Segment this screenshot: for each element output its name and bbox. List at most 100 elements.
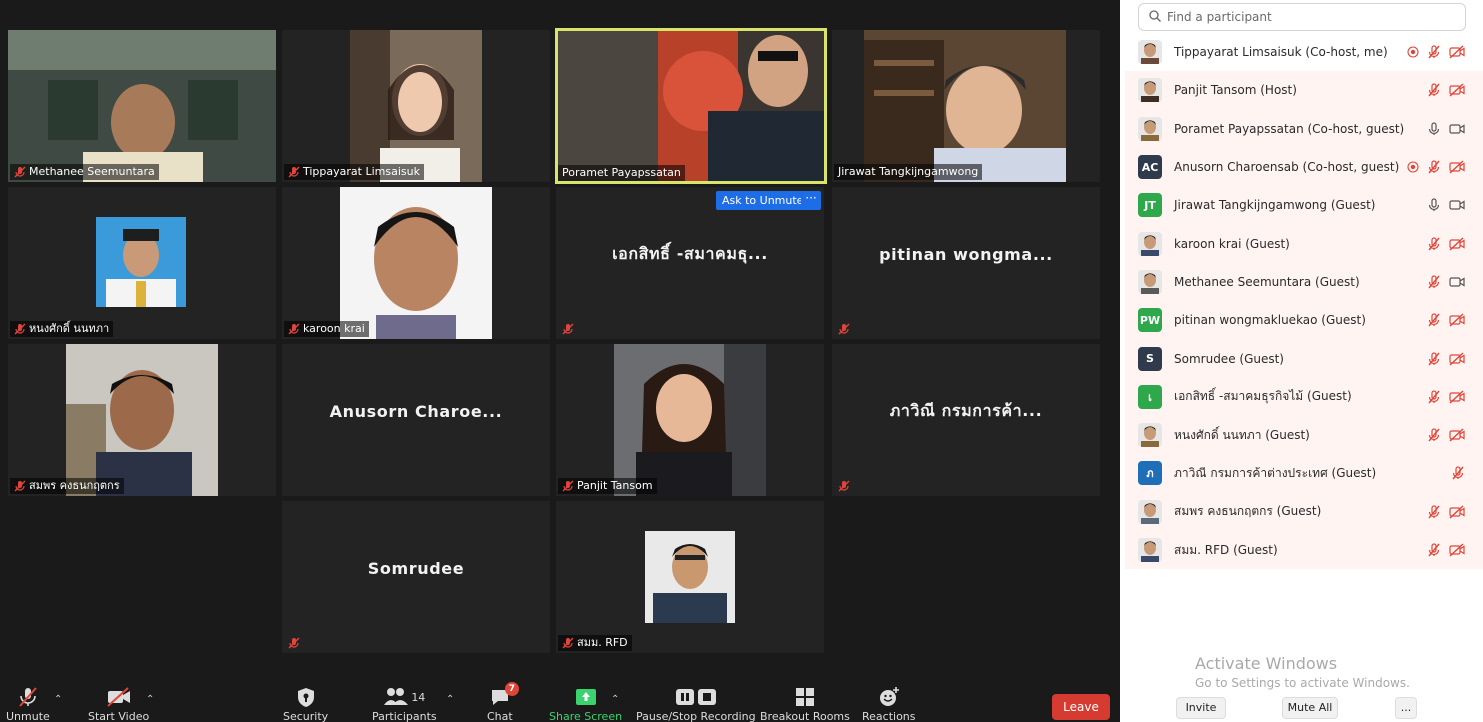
mic-muted-icon[interactable] [1427, 313, 1441, 327]
participant-video [350, 30, 482, 182]
video-off-icon[interactable] [1449, 160, 1465, 174]
video-off-icon[interactable] [1449, 313, 1465, 327]
mic-muted-icon[interactable] [1427, 390, 1441, 404]
participant-name-label [558, 321, 578, 337]
start-video-button[interactable]: Start Video [88, 684, 149, 722]
participant-name-label: Methanee Seemuntara [10, 164, 159, 180]
video-off-icon[interactable] [1449, 45, 1465, 59]
chat-unread-badge: 7 [504, 682, 519, 696]
participant-name-display: Anusorn Charoe... [329, 401, 503, 421]
video-off-icon[interactable] [1449, 543, 1465, 557]
participant-row[interactable]: Tippayarat Limsaisuk (Co-host, me) [1125, 33, 1483, 72]
participant-avatar: ภ [1138, 461, 1162, 486]
participant-row[interactable]: karoon krai (Guest) [1125, 224, 1483, 263]
participant-name: Somrudee (Guest) [1174, 351, 1284, 366]
participant-row[interactable]: สมม. RFD (Guest) [1125, 530, 1483, 570]
panel-more-button[interactable]: ... [1395, 697, 1417, 719]
participant-name-label: หนงศักดิ์ นนทภา [10, 321, 114, 337]
participant-row[interactable]: หนงศักดิ์ นนทภา (Guest) [1125, 415, 1483, 455]
participant-name-label: Tippayarat Limsaisuk [284, 164, 424, 180]
video-tile[interactable]: Methanee Seemuntara [8, 30, 276, 182]
video-icon[interactable] [1449, 275, 1465, 289]
share-options-caret[interactable]: ⌃ [611, 694, 619, 705]
participants-button[interactable]: 14 Participants [372, 684, 437, 722]
find-participant-search[interactable]: Find a participant [1138, 3, 1466, 31]
video-off-icon [106, 684, 132, 710]
participant-name-label: Poramet Payapssatan [558, 165, 685, 181]
participant-row[interactable]: ภ ภาวิณี กรมการค้าต่างประเทศ (Guest) [1125, 454, 1483, 493]
security-button[interactable]: Security [283, 684, 328, 722]
participant-row[interactable]: เ เอกสิทธิ์ -สมาคมธุรกิจไม้ (Guest) [1125, 377, 1483, 416]
video-icon[interactable] [1449, 122, 1465, 136]
video-tile[interactable]: สมม. RFD [556, 501, 824, 653]
unmute-button[interactable]: Unmute [6, 684, 50, 722]
audio-options-caret[interactable]: ⌃ [54, 694, 62, 705]
participant-row[interactable]: สมพร คงธนกฤตกร (Guest) [1125, 492, 1483, 531]
search-input[interactable]: Find a participant [1167, 10, 1272, 24]
video-off-icon[interactable] [1449, 352, 1465, 366]
video-options-caret[interactable]: ⌃ [146, 694, 154, 705]
participant-name: Poramet Payapssatan (Co-host, guest) [1174, 121, 1405, 136]
video-tile[interactable]: หนงศักดิ์ นนทภา [8, 187, 276, 339]
mic-muted-icon[interactable] [1427, 505, 1441, 519]
participant-photo [614, 344, 766, 496]
participant-row[interactable]: Poramet Payapssatan (Co-host, guest) [1125, 109, 1483, 148]
participant-name-display: pitinan wongma... [879, 244, 1053, 264]
mic-muted-icon[interactable] [1427, 543, 1441, 557]
chat-button[interactable]: 7 Chat [487, 682, 519, 722]
mic-muted-icon[interactable] [1451, 466, 1465, 480]
mic-muted-icon[interactable] [1427, 160, 1441, 174]
mic-muted-icon[interactable] [1427, 428, 1441, 442]
participant-row[interactable]: Panjit Tansom (Host) [1125, 71, 1483, 110]
participant-avatar [1138, 269, 1162, 294]
video-tile[interactable]: สมพร คงธนกฤตกร [8, 344, 276, 496]
mic-muted-icon[interactable] [1427, 237, 1441, 251]
participant-avatar [1138, 538, 1162, 562]
video-tile[interactable]: karoon krai [282, 187, 550, 339]
mic-muted-icon [14, 166, 26, 178]
video-off-icon[interactable] [1449, 390, 1465, 404]
participants-count: 14 [411, 690, 426, 704]
mic-muted-icon [288, 323, 300, 335]
participant-row[interactable]: JT Jirawat Tangkijngamwong (Guest) [1125, 186, 1483, 225]
video-tile[interactable]: Panjit Tansom [556, 344, 824, 496]
ask-to-unmute-button[interactable]: Ask to Unmute [716, 191, 810, 210]
participant-row[interactable]: S Somrudee (Guest) [1125, 339, 1483, 378]
breakout-rooms-button[interactable]: Breakout Rooms [760, 684, 850, 722]
tile-more-options-button[interactable]: ··· [801, 191, 821, 210]
video-tile[interactable]: pitinan wongma... [832, 187, 1100, 339]
video-off-icon[interactable] [1449, 237, 1465, 251]
video-off-icon[interactable] [1449, 428, 1465, 442]
mic-muted-icon[interactable] [1427, 351, 1441, 366]
participant-row[interactable]: AC Anusorn Charoensab (Co-host, guest) [1125, 147, 1483, 187]
participant-row[interactable]: PW pitinan wongmakluekao (Guest) [1125, 301, 1483, 340]
mic-icon[interactable] [1427, 198, 1441, 212]
mic-muted-icon[interactable] [1427, 83, 1441, 97]
video-tile-active-speaker[interactable]: Poramet Payapssatan [555, 28, 827, 184]
video-tile[interactable]: Anusorn Charoe... [282, 344, 550, 496]
participants-options-caret[interactable]: ⌃ [446, 694, 454, 705]
mute-all-button[interactable]: Mute All [1282, 697, 1338, 719]
mic-muted-icon [288, 637, 300, 649]
participant-row[interactable]: Methanee Seemuntara (Guest) [1125, 262, 1483, 302]
mic-icon[interactable] [1427, 122, 1441, 136]
video-tile[interactable]: Jirawat Tangkijngamwong [832, 30, 1100, 182]
mic-muted-icon[interactable] [1427, 275, 1441, 289]
mic-muted-icon [14, 480, 26, 492]
participant-name: หนงศักดิ์ นนทภา (Guest) [1174, 427, 1310, 442]
video-tile[interactable]: ภาวิณี กรมการค้า... [832, 344, 1100, 496]
video-tile[interactable]: Somrudee [282, 501, 550, 653]
video-tile[interactable]: Tippayarat Limsaisuk [282, 30, 550, 182]
recording-icon [1407, 46, 1419, 58]
participant-name-display: ภาวิณี กรมการค้า... [889, 400, 1043, 420]
video-icon[interactable] [1449, 198, 1465, 212]
video-off-icon[interactable] [1449, 505, 1465, 519]
participant-name-label: Jirawat Tangkijngamwong [834, 164, 983, 180]
mic-muted-icon[interactable] [1427, 45, 1441, 59]
leave-meeting-button[interactable]: Leave [1052, 694, 1110, 720]
zoom-meeting-window: Methanee Seemuntara Tippayarat Limsaisuk [0, 0, 1483, 722]
pause-stop-recording-button[interactable]: Pause/Stop Recording [636, 684, 756, 722]
reactions-button[interactable]: Reactions [862, 684, 916, 722]
video-off-icon[interactable] [1449, 83, 1465, 97]
invite-button[interactable]: Invite [1176, 697, 1226, 719]
